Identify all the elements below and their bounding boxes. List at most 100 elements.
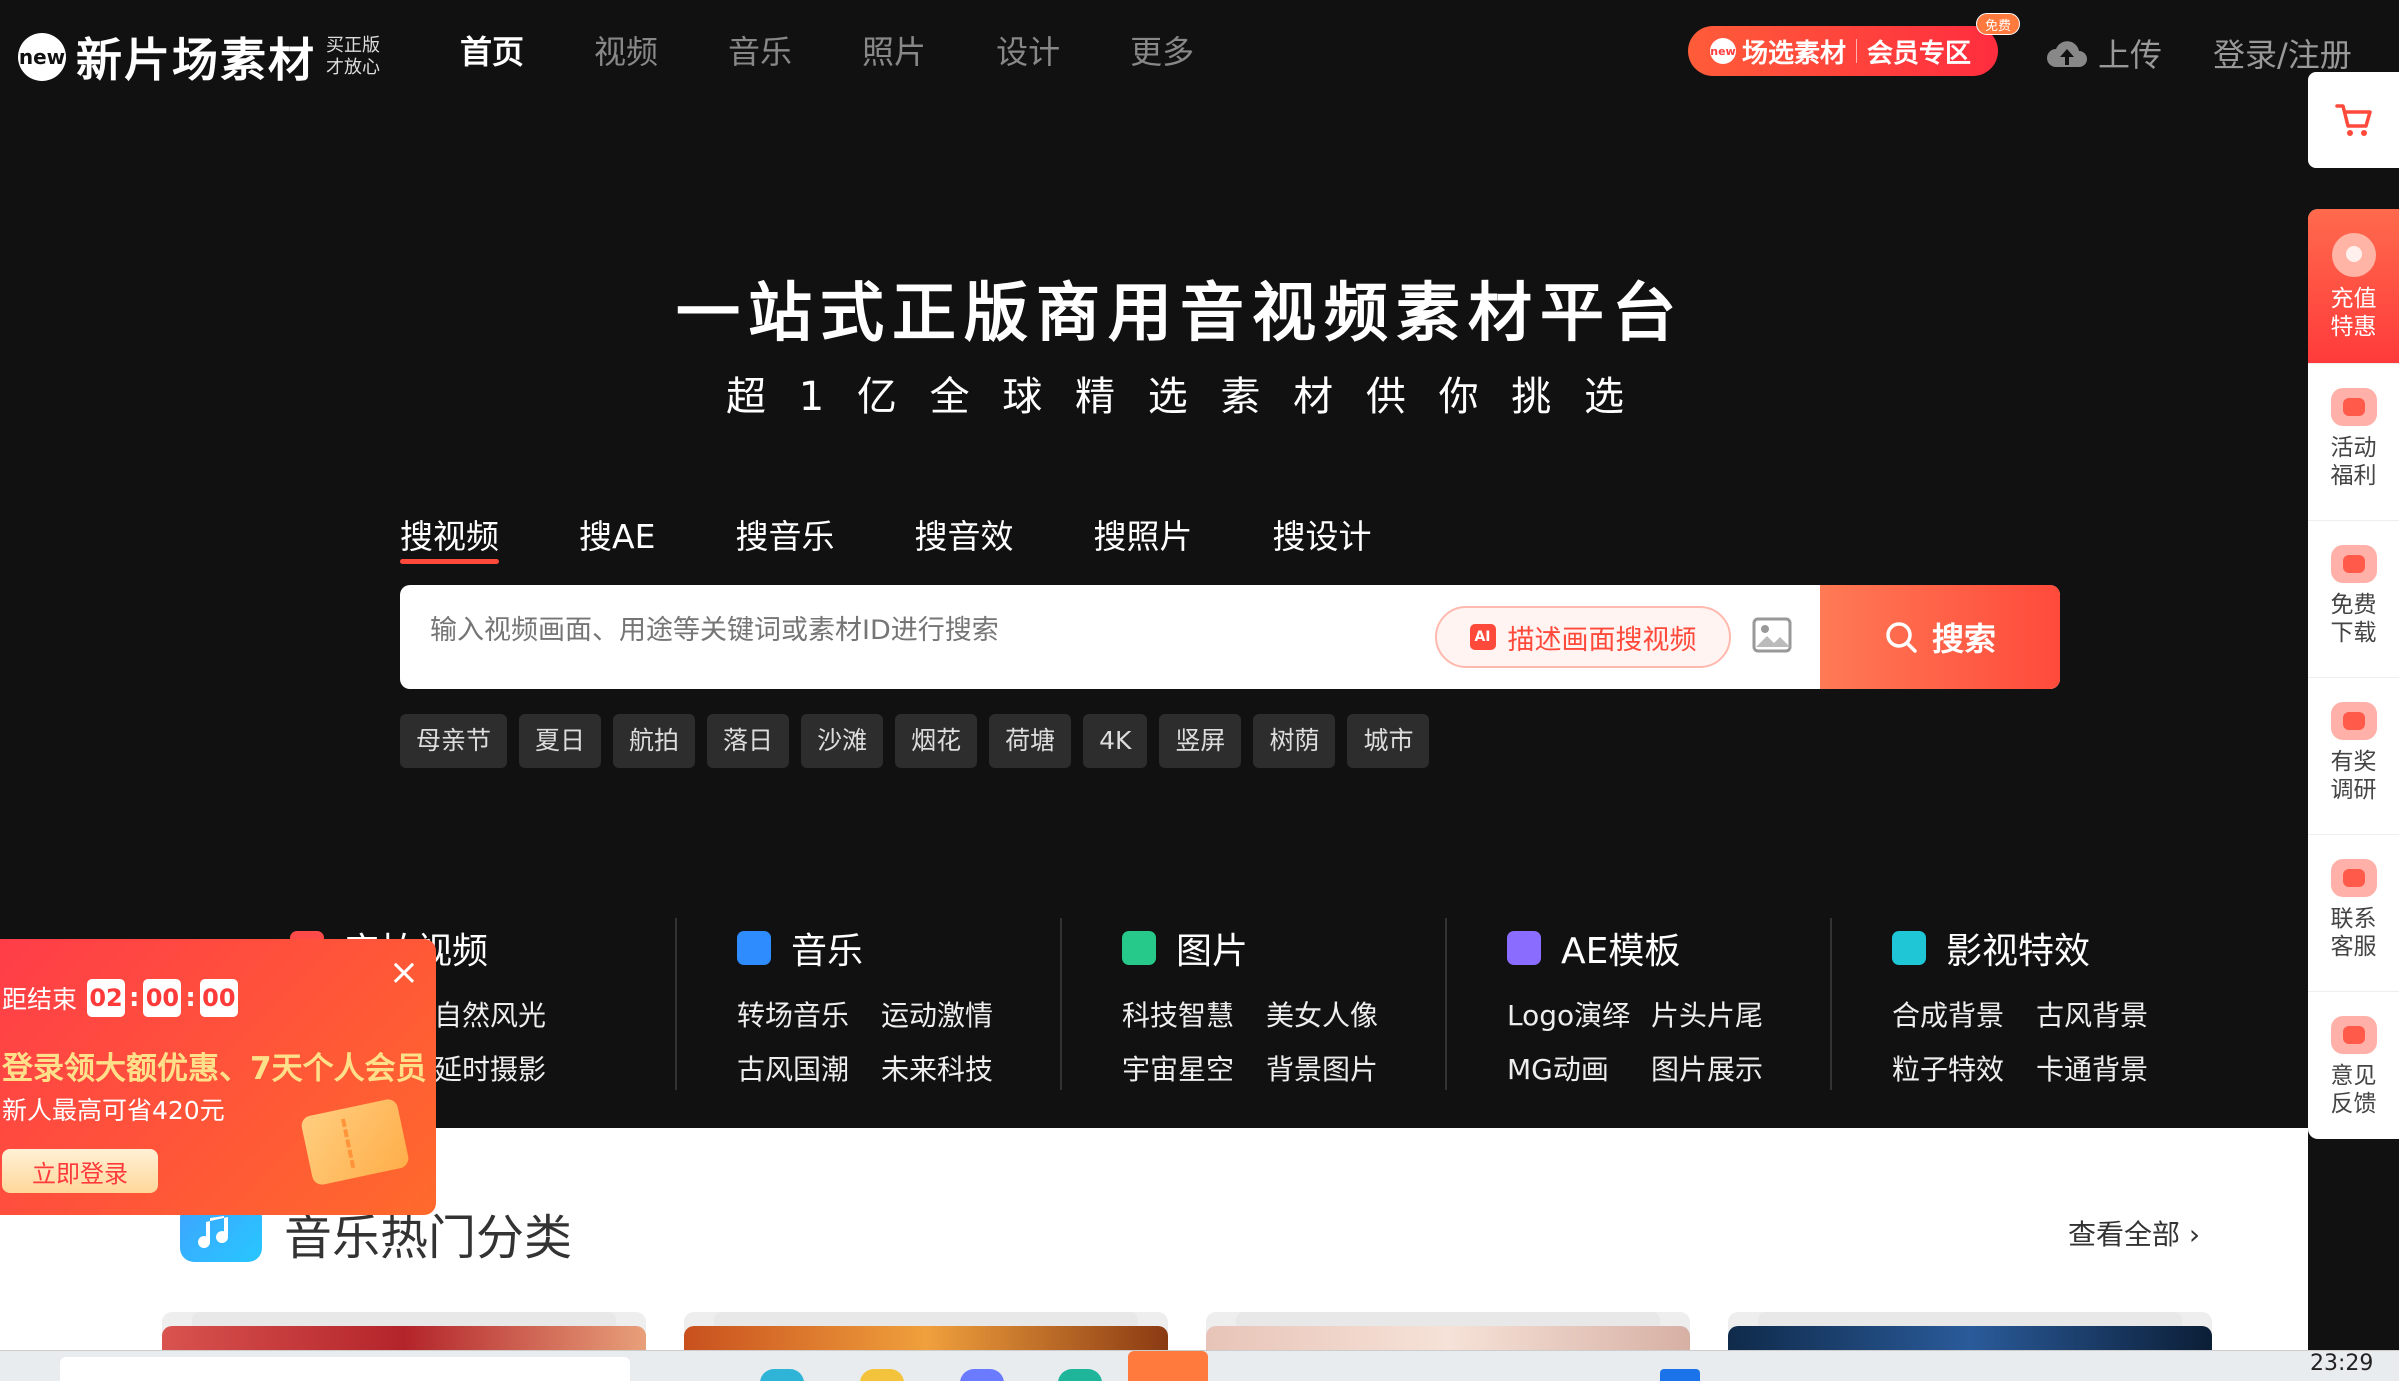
category-link[interactable]: 宇宙星空 — [1122, 1048, 1266, 1088]
ai-describe-label: 描述画面搜视频 — [1507, 624, 1697, 656]
logo-slogan: 买正版才放心 — [326, 35, 380, 78]
promo-new-icon: new — [1710, 38, 1736, 64]
login-now-button[interactable]: 立即登录 — [2, 1149, 158, 1193]
category-ae-title[interactable]: AE模板 — [1507, 918, 1830, 978]
cloud-upload-icon — [2047, 41, 2087, 67]
taskbar-app-icon[interactable] — [1058, 1369, 1102, 1381]
tab-search-music[interactable]: 搜音乐 — [735, 510, 834, 560]
category-ae-links: Logo演绎 片头片尾 MG动画 图片展示 — [1507, 994, 1830, 1088]
nav-photo[interactable]: 照片 — [862, 30, 926, 74]
category-link[interactable]: 古风背景 — [2036, 994, 2180, 1034]
tab-search-photo[interactable]: 搜照片 — [1093, 510, 1192, 560]
tab-search-ae[interactable]: 搜AE — [579, 510, 655, 560]
vip-promo-button[interactable]: new 场选素材 会员专区 — [1688, 26, 1998, 76]
free-badge: 免费 — [1976, 13, 2020, 35]
countdown-minutes: 00 — [143, 979, 182, 1017]
upload-button[interactable]: 上传 — [2046, 30, 2162, 76]
category-link[interactable]: Logo演绎 — [1507, 994, 1651, 1034]
tab-search-video[interactable]: 搜视频 — [400, 510, 499, 564]
hot-tag[interactable]: 树荫 — [1253, 714, 1336, 768]
category-link[interactable]: 片头片尾 — [1651, 994, 1795, 1034]
float-customer-service-label: 联系客服 — [2330, 906, 2377, 960]
tab-search-sfx[interactable]: 搜音效 — [914, 510, 1013, 560]
promo-right-label: 会员专区 — [1867, 38, 1972, 69]
hot-tag[interactable]: 荷塘 — [989, 714, 1072, 768]
image-search-icon[interactable] — [1752, 617, 1792, 657]
view-all-link[interactable]: 查看全部 › — [2068, 1213, 2200, 1253]
countdown-seconds: 00 — [199, 979, 238, 1017]
hot-tag[interactable]: 竖屏 — [1159, 714, 1242, 768]
category-link[interactable]: 合成背景 — [1892, 994, 2036, 1034]
music-note-icon — [737, 931, 771, 965]
category-link[interactable]: 转场音乐 — [737, 994, 881, 1034]
close-icon[interactable]: × — [384, 953, 424, 993]
taskbar-search[interactable] — [60, 1357, 630, 1381]
coupon-ticket-icon — [299, 1097, 411, 1187]
promo-divider — [1856, 39, 1858, 63]
float-free-download[interactable]: 免费下载 — [2308, 521, 2399, 678]
category-ae: AE模板 Logo演绎 片头片尾 MG动画 图片展示 — [1445, 918, 1830, 1090]
countdown-label: 距结束 — [2, 985, 78, 1014]
category-link[interactable]: 卡通背景 — [2036, 1048, 2180, 1088]
hot-tag[interactable]: 沙滩 — [801, 714, 884, 768]
hot-tag[interactable]: 航拍 — [613, 714, 696, 768]
category-photo-links: 科技智慧 美女人像 宇宙星空 背景图片 — [1122, 994, 1445, 1088]
nav-more[interactable]: 更多 — [1130, 30, 1194, 74]
countdown-colon: : — [185, 983, 196, 1013]
taskbar-app-icon[interactable] — [960, 1369, 1004, 1381]
search-button-label: 搜索 — [1931, 620, 1996, 658]
login-register-link[interactable]: 登录/注册 — [2213, 30, 2352, 76]
nav-video[interactable]: 视频 — [594, 30, 658, 74]
category-link[interactable]: MG动画 — [1507, 1048, 1651, 1088]
category-link[interactable]: 延时摄影 — [434, 1048, 578, 1088]
category-link[interactable]: 背景图片 — [1266, 1048, 1410, 1088]
category-ae-label: AE模板 — [1561, 931, 1681, 972]
popup-title: 登录领大额优惠、7天个人会员 — [2, 1051, 427, 1087]
taskbar-app-icon[interactable] — [760, 1369, 804, 1381]
category-photo-title[interactable]: 图片 — [1122, 918, 1445, 978]
site-logo[interactable]: new 新片场素材 买正版才放心 — [18, 24, 386, 90]
cart-icon — [2334, 104, 2372, 136]
search-button[interactable]: 搜索 — [1820, 585, 2060, 689]
main-nav: 首页 视频 音乐 照片 设计 更多 — [460, 30, 1264, 74]
nav-home[interactable]: 首页 — [460, 30, 524, 74]
category-photo-label: 图片 — [1176, 931, 1249, 972]
float-feedback[interactable]: 意见反馈 — [2308, 992, 2399, 1139]
nav-music[interactable]: 音乐 — [728, 30, 792, 74]
logo-name: 新片场素材 — [76, 33, 316, 87]
category-link[interactable]: 未来科技 — [881, 1048, 1025, 1088]
category-link[interactable]: 科技智慧 — [1122, 994, 1266, 1034]
taskbar-app-icon[interactable] — [860, 1369, 904, 1381]
float-customer-service[interactable]: 联系客服 — [2308, 835, 2399, 992]
tab-search-design[interactable]: 搜设计 — [1272, 510, 1371, 560]
taskbar-app-icon[interactable] — [1128, 1351, 1208, 1381]
category-link[interactable]: 图片展示 — [1651, 1048, 1795, 1088]
category-music-title[interactable]: 音乐 — [737, 918, 1060, 978]
hot-tag[interactable]: 落日 — [707, 714, 790, 768]
category-link[interactable]: 自然风光 — [434, 994, 578, 1034]
hot-tag[interactable]: 烟花 — [895, 714, 978, 768]
download-icon — [2330, 545, 2377, 583]
category-vfx-title[interactable]: 影视特效 — [1892, 918, 2215, 978]
hot-tag[interactable]: 夏日 — [519, 714, 602, 768]
category-link[interactable]: 粒子特效 — [1892, 1048, 2036, 1088]
nav-design[interactable]: 设计 — [996, 30, 1060, 74]
hot-tag[interactable]: 4K — [1083, 714, 1148, 768]
taskbar-app-icon[interactable] — [1660, 1369, 1700, 1381]
hot-tag[interactable]: 母亲节 — [400, 714, 508, 768]
category-vfx-label: 影视特效 — [1946, 931, 2091, 972]
ai-describe-search-button[interactable]: AI 描述画面搜视频 — [1435, 606, 1731, 668]
category-link[interactable]: 美女人像 — [1266, 994, 1410, 1034]
category-link[interactable]: 运动激情 — [881, 994, 1025, 1034]
float-survey-label: 有奖调研 — [2330, 749, 2377, 803]
cart-button[interactable] — [2308, 72, 2399, 168]
category-nav: 实拍视频 自然风光 延时摄影 音乐 转场音乐 运动激情 古风国潮 未来科技 图片… — [290, 918, 2215, 1090]
float-survey[interactable]: 有奖调研 — [2308, 678, 2399, 835]
category-vfx: 影视特效 合成背景 古风背景 粒子特效 卡通背景 — [1830, 918, 2215, 1090]
ai-icon: AI — [1469, 624, 1496, 650]
hot-tag[interactable]: 城市 — [1347, 714, 1430, 768]
countdown-colon: : — [129, 983, 140, 1013]
search-input[interactable] — [430, 615, 1390, 646]
popup-subtitle: 新人最高可省420元 — [2, 1096, 225, 1125]
category-link[interactable]: 古风国潮 — [737, 1048, 881, 1088]
